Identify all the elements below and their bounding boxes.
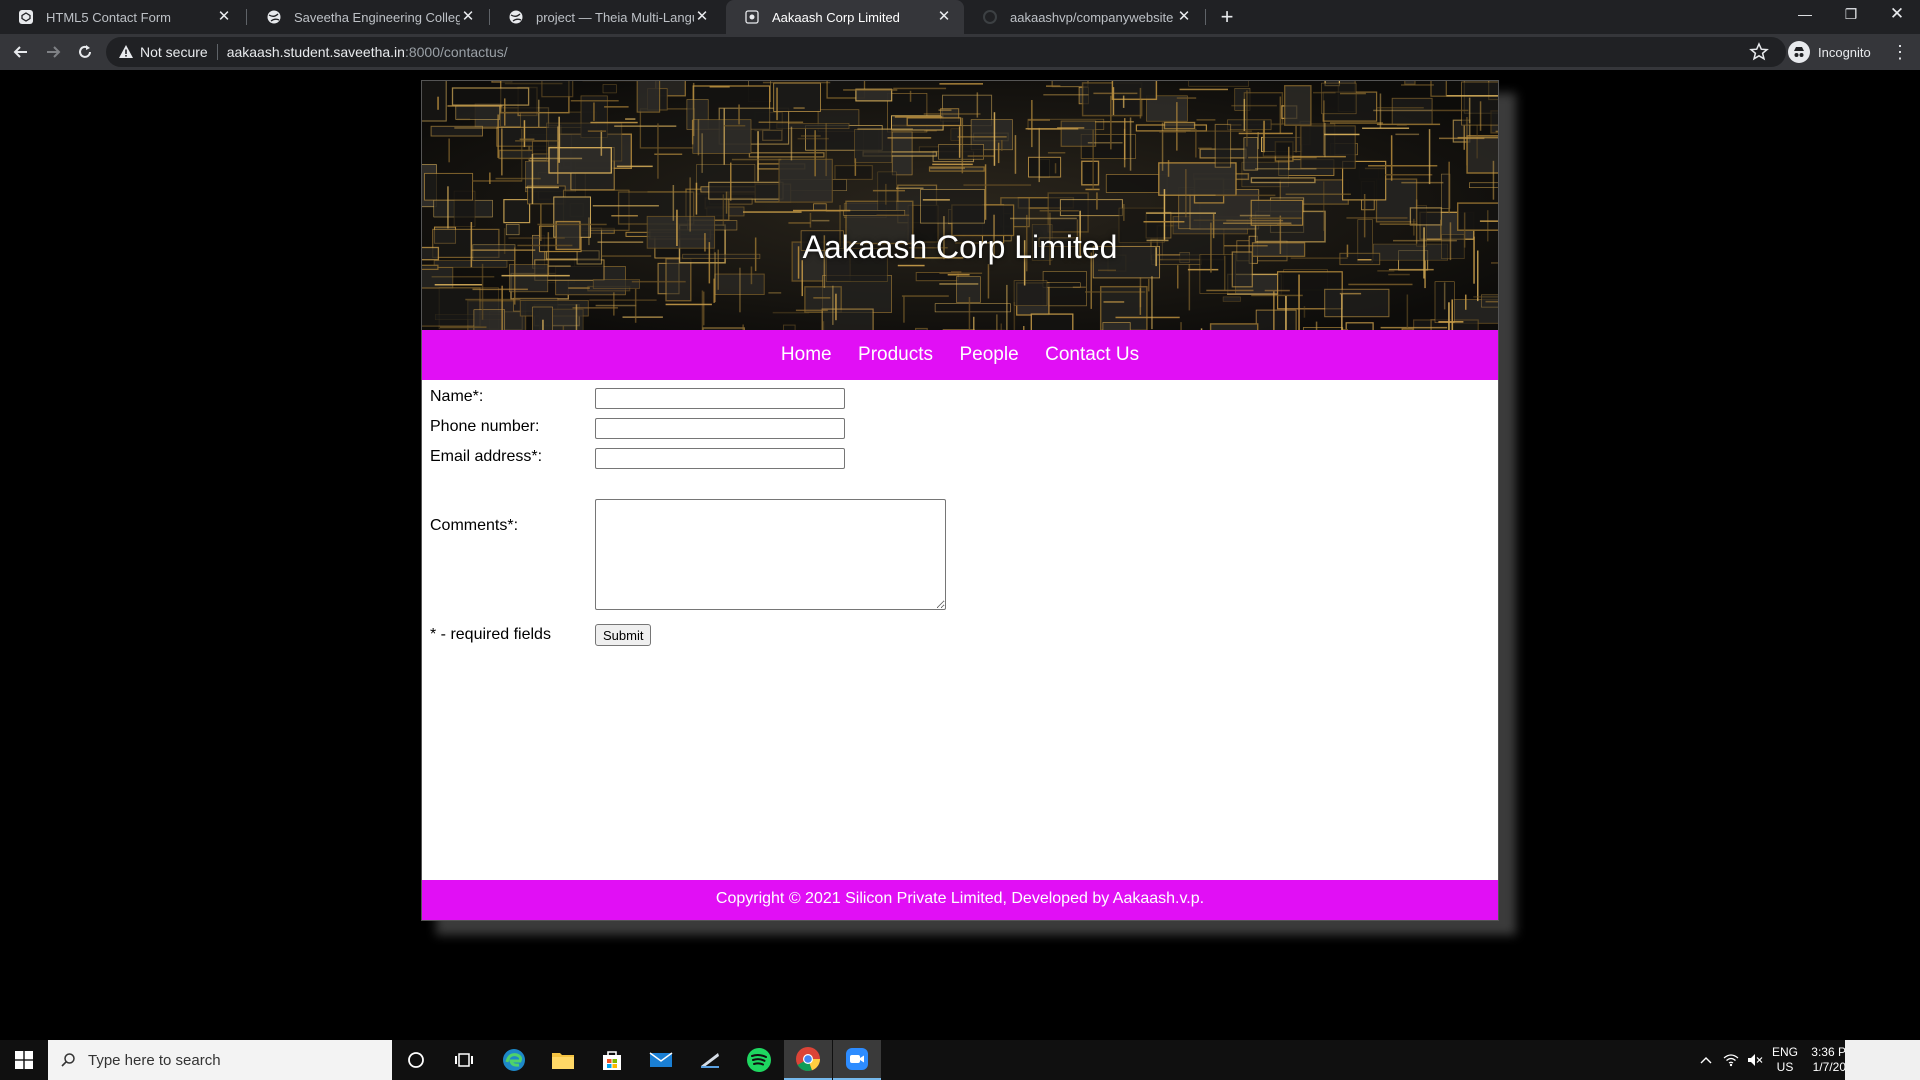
email-label: Email address*: <box>430 448 543 465</box>
tab-aakaashvp-companywebsite[interactable]: aakaashvp/companywebsite ✕ <box>964 0 1204 34</box>
site-title: Aakaash Corp Limited <box>802 229 1118 265</box>
codepen-icon <box>18 9 34 25</box>
language-code: ENG <box>1771 1045 1798 1059</box>
page-icon <box>744 9 760 25</box>
loading-icon <box>982 9 998 25</box>
comments-label: Comments*: <box>430 517 519 534</box>
close-icon[interactable]: ✕ <box>694 9 710 25</box>
nav-contact-us[interactable]: Contact Us <box>1045 330 1139 380</box>
browser-toolbar: Not secure aakaash.student.saveetha.in:8… <box>0 34 1920 70</box>
reload-icon <box>79 45 91 58</box>
globe-icon <box>508 9 524 25</box>
tab-title: Saveetha Engineering College <box>294 9 460 25</box>
required-fields-note: * - required fields <box>430 626 551 643</box>
comments-textarea[interactable] <box>595 499 946 610</box>
tab-title: HTML5 Contact Form <box>46 9 171 25</box>
nav-products[interactable]: Products <box>858 330 933 380</box>
nav-home[interactable]: Home <box>781 330 832 380</box>
tab-saveetha-engineering-college[interactable]: Saveetha Engineering College ✕ <box>248 0 488 34</box>
search-icon <box>61 1053 75 1067</box>
clock-date: 1/7/20 <box>1812 1060 1846 1074</box>
incognito-icon <box>1788 41 1810 63</box>
bookmark-star-icon[interactable] <box>1748 41 1770 63</box>
back-button[interactable] <box>7 38 35 66</box>
page-wrapper: Aakaash Corp Limited Home Products Peopl… <box>421 80 1499 921</box>
chevron-up-icon <box>1700 1057 1712 1064</box>
browser-tab-strip: HTML5 Contact Form ✕ Saveetha Engineerin… <box>0 0 1920 34</box>
windows-logo-icon <box>15 1051 33 1069</box>
address-bar[interactable]: Not secure aakaash.student.saveetha.in:8… <box>106 37 1786 67</box>
volume-muted-icon[interactable] <box>1744 1040 1766 1080</box>
show-hidden-icons-button[interactable] <box>1697 1040 1715 1080</box>
back-arrow-icon <box>13 46 27 58</box>
network-icon[interactable] <box>1720 1040 1742 1080</box>
phone-input[interactable] <box>595 418 845 439</box>
tab-title: Aakaash Corp Limited <box>772 9 900 25</box>
keyboard-layout: US <box>1776 1060 1794 1074</box>
page-footer: Copyright © 2021 Silicon Private Limited… <box>422 880 1498 920</box>
search-placeholder: Type here to search <box>88 1051 221 1069</box>
windows-taskbar: Type here to search ENG US 3:36 P 1/7/20 <box>0 1040 1920 1080</box>
show-desktop-button[interactable] <box>1845 1040 1920 1080</box>
close-icon[interactable]: ✕ <box>216 9 232 25</box>
file-explorer-icon[interactable] <box>539 1040 587 1080</box>
incognito-profile-button[interactable]: Incognito <box>1788 38 1871 66</box>
phone-label: Phone number: <box>430 418 540 435</box>
header-banner: Aakaash Corp Limited <box>422 81 1498 330</box>
name-label: Name*: <box>430 388 484 405</box>
close-icon[interactable]: ✕ <box>936 9 952 25</box>
new-tab-button[interactable]: + <box>1214 4 1240 30</box>
mail-icon[interactable] <box>637 1040 685 1080</box>
task-view-icon[interactable] <box>440 1040 488 1080</box>
page-viewport: Aakaash Corp Limited Home Products Peopl… <box>0 70 1920 1040</box>
clock-time: 3:36 P <box>1811 1045 1846 1059</box>
store-icon[interactable] <box>588 1040 636 1080</box>
security-label[interactable]: Not secure <box>140 44 208 60</box>
taskbar-search[interactable]: Type here to search <box>48 1040 392 1080</box>
start-button[interactable] <box>0 1040 48 1080</box>
forward-button[interactable] <box>39 38 67 66</box>
cortana-icon[interactable] <box>392 1040 440 1080</box>
url-path: :8000/contactus/ <box>404 44 508 60</box>
tab-aakaash-corp-limited[interactable]: Aakaash Corp Limited ✕ <box>726 0 964 34</box>
language-indicator[interactable]: ENG US <box>1768 1040 1802 1080</box>
clock[interactable]: 3:36 P 1/7/20 <box>1806 1040 1846 1080</box>
chrome-icon[interactable] <box>784 1040 832 1080</box>
warning-icon <box>119 45 133 58</box>
minimize-button[interactable]: — <box>1782 0 1828 30</box>
reload-button[interactable] <box>71 38 99 66</box>
url-host: aakaash.student.saveetha.in <box>226 44 405 60</box>
submit-button[interactable]: Submit <box>595 624 652 646</box>
incognito-label: Incognito <box>1818 44 1871 60</box>
circuit-board-image <box>422 81 1498 330</box>
tab-title: project — Theia Multi-Language <box>536 9 694 25</box>
tab-html5-contact-form[interactable]: HTML5 Contact Form ✕ <box>0 0 244 34</box>
close-icon[interactable]: ✕ <box>1176 9 1192 25</box>
restore-button[interactable]: ❐ <box>1828 0 1874 30</box>
email-input[interactable] <box>595 448 845 469</box>
globe-icon <box>266 9 282 25</box>
nav-people[interactable]: People <box>959 330 1018 380</box>
edge-icon[interactable] <box>490 1040 538 1080</box>
close-icon[interactable]: ✕ <box>460 9 476 25</box>
main-navigation: Home Products People Contact Us <box>422 330 1498 380</box>
tab-project-theia[interactable]: project — Theia Multi-Language ✕ <box>490 0 722 34</box>
forward-arrow-icon <box>47 46 61 58</box>
app-icon[interactable] <box>686 1040 734 1080</box>
name-input[interactable] <box>595 388 845 409</box>
zoom-icon[interactable] <box>833 1040 881 1080</box>
close-window-button[interactable]: ✕ <box>1874 0 1920 30</box>
spotify-icon[interactable] <box>735 1040 783 1080</box>
tab-title: aakaashvp/companywebsite <box>1010 9 1174 25</box>
browser-menu-icon[interactable]: ⋮ <box>1890 40 1910 64</box>
